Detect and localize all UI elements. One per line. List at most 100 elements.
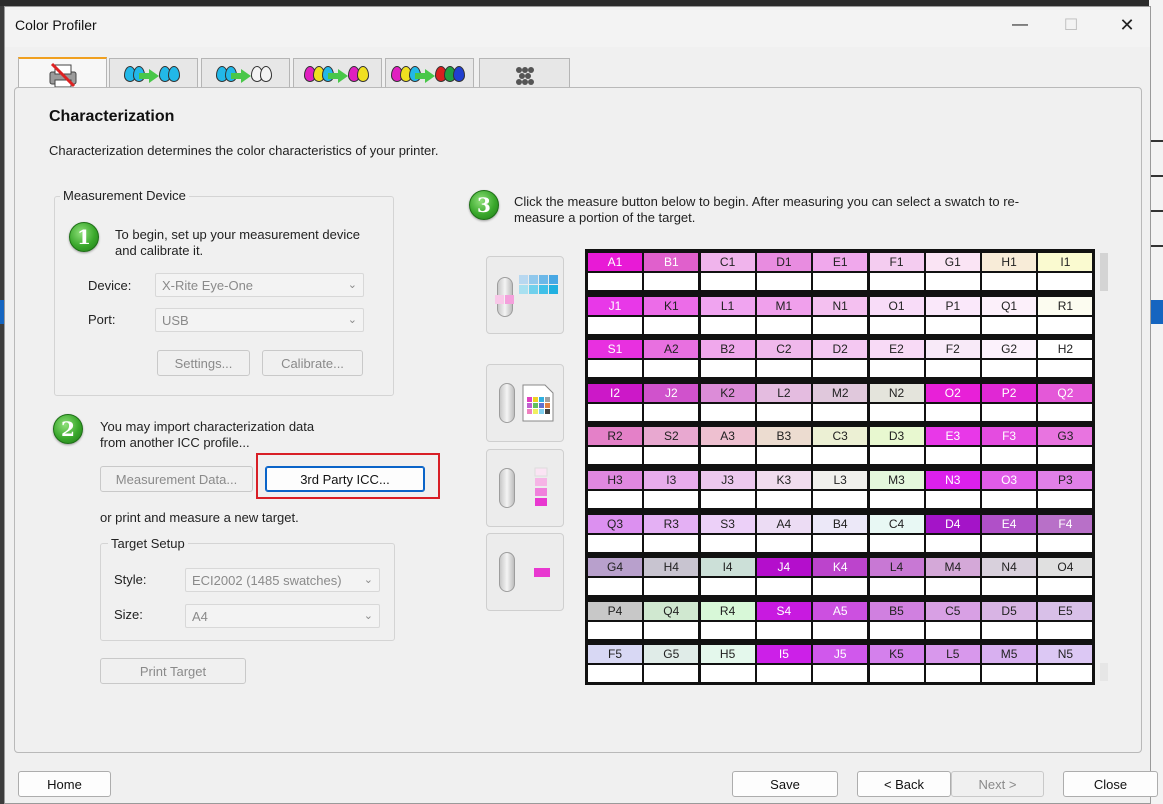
swatch-h3[interactable]: H3 bbox=[588, 471, 642, 489]
swatch-o4[interactable]: O4 bbox=[1038, 558, 1093, 577]
swatch-g4[interactable]: G4 bbox=[588, 558, 642, 577]
swatch-measured-o1[interactable] bbox=[869, 316, 924, 334]
calibrate-button[interactable]: Calibrate... bbox=[262, 350, 363, 376]
swatch-measured-c4[interactable] bbox=[869, 534, 924, 552]
swatch-measured-j2[interactable] bbox=[644, 403, 699, 421]
swatch-measured-q3[interactable] bbox=[588, 534, 642, 552]
swatch-measured-o2[interactable] bbox=[925, 403, 980, 421]
swatch-s3[interactable]: S3 bbox=[700, 514, 755, 533]
minimize-button[interactable]: — bbox=[997, 7, 1043, 43]
swatch-i2[interactable]: I2 bbox=[588, 383, 642, 402]
swatch-a3[interactable]: A3 bbox=[700, 427, 755, 446]
swatch-d4[interactable]: D4 bbox=[925, 514, 980, 533]
swatch-o3[interactable]: O3 bbox=[982, 471, 1037, 489]
swatch-measured-p2[interactable] bbox=[982, 403, 1037, 421]
swatch-n4[interactable]: N4 bbox=[982, 558, 1037, 577]
swatch-g1[interactable]: G1 bbox=[925, 253, 980, 271]
swatch-c4[interactable]: C4 bbox=[869, 514, 924, 533]
swatch-measured-l3[interactable] bbox=[813, 491, 868, 508]
swatch-measured-b2[interactable] bbox=[700, 360, 755, 378]
close-button[interactable]: Close bbox=[1063, 771, 1158, 797]
style-dropdown[interactable]: ECI2002 (1485 swatches) ⌄ bbox=[185, 568, 380, 592]
swatch-j3[interactable]: J3 bbox=[700, 471, 755, 489]
swatch-measured-b4[interactable] bbox=[813, 534, 868, 552]
swatch-r3[interactable]: R3 bbox=[644, 514, 699, 533]
swatch-measured-h2[interactable] bbox=[1038, 360, 1093, 378]
swatch-j2[interactable]: J2 bbox=[644, 383, 699, 402]
swatch-measured-k2[interactable] bbox=[700, 403, 755, 421]
swatch-measured-q2[interactable] bbox=[1038, 403, 1093, 421]
swatch-l1[interactable]: L1 bbox=[700, 296, 755, 315]
swatch-p1[interactable]: P1 bbox=[925, 296, 980, 315]
swatch-s2[interactable]: S2 bbox=[644, 427, 699, 446]
swatch-measured-p4[interactable] bbox=[588, 621, 642, 639]
swatch-a5[interactable]: A5 bbox=[813, 601, 868, 620]
swatch-measured-b3[interactable] bbox=[756, 447, 811, 465]
swatch-k3[interactable]: K3 bbox=[756, 471, 811, 489]
swatch-g2[interactable]: G2 bbox=[982, 340, 1037, 359]
swatch-measured-r4[interactable] bbox=[700, 621, 755, 639]
swatch-measured-i5[interactable] bbox=[756, 665, 811, 683]
swatch-r2[interactable]: R2 bbox=[588, 427, 642, 446]
swatch-m3[interactable]: M3 bbox=[869, 471, 924, 489]
swatch-b3[interactable]: B3 bbox=[756, 427, 811, 446]
swatch-b4[interactable]: B4 bbox=[813, 514, 868, 533]
swatch-measured-e4[interactable] bbox=[982, 534, 1037, 552]
home-button[interactable]: Home bbox=[18, 771, 111, 797]
swatch-p3[interactable]: P3 bbox=[1038, 471, 1093, 489]
swatch-e3[interactable]: E3 bbox=[925, 427, 980, 446]
swatch-c1[interactable]: C1 bbox=[700, 253, 755, 271]
swatch-measured-r3[interactable] bbox=[644, 534, 699, 552]
swatch-measured-a1[interactable] bbox=[588, 273, 642, 290]
swatch-measured-d4[interactable] bbox=[925, 534, 980, 552]
swatch-h5[interactable]: H5 bbox=[700, 645, 755, 664]
swatch-m4[interactable]: M4 bbox=[925, 558, 980, 577]
swatch-measured-f3[interactable] bbox=[982, 447, 1037, 465]
swatch-measured-l4[interactable] bbox=[869, 578, 924, 596]
swatch-l2[interactable]: L2 bbox=[756, 383, 811, 402]
swatch-m2[interactable]: M2 bbox=[813, 383, 868, 402]
swatch-r1[interactable]: R1 bbox=[1038, 296, 1093, 315]
swatch-e2[interactable]: E2 bbox=[869, 340, 924, 359]
swatch-measured-j1[interactable] bbox=[588, 316, 642, 334]
swatch-e5[interactable]: E5 bbox=[1038, 601, 1093, 620]
swatch-measured-l1[interactable] bbox=[700, 316, 755, 334]
close-window-button[interactable]: ✕ bbox=[1104, 7, 1150, 43]
swatch-a4[interactable]: A4 bbox=[756, 514, 811, 533]
measure-page-button[interactable] bbox=[486, 364, 564, 442]
swatch-measured-b1[interactable] bbox=[644, 273, 699, 290]
swatch-a1[interactable]: A1 bbox=[588, 253, 642, 271]
swatch-measured-c5[interactable] bbox=[925, 621, 980, 639]
swatch-f5[interactable]: F5 bbox=[588, 645, 642, 664]
swatch-measured-j4[interactable] bbox=[756, 578, 811, 596]
port-dropdown[interactable]: USB ⌄ bbox=[155, 308, 364, 332]
grid-scrollbar[interactable] bbox=[1097, 249, 1111, 685]
swatch-b1[interactable]: B1 bbox=[644, 253, 699, 271]
swatch-measured-n5[interactable] bbox=[1038, 665, 1093, 683]
swatch-i1[interactable]: I1 bbox=[1038, 253, 1093, 271]
swatch-s1[interactable]: S1 bbox=[588, 340, 642, 359]
swatch-measured-n3[interactable] bbox=[925, 491, 980, 508]
swatch-c5[interactable]: C5 bbox=[925, 601, 980, 620]
swatch-p2[interactable]: P2 bbox=[982, 383, 1037, 402]
save-button[interactable]: Save bbox=[732, 771, 838, 797]
swatch-r4[interactable]: R4 bbox=[700, 601, 755, 620]
swatch-b5[interactable]: B5 bbox=[869, 601, 924, 620]
swatch-d2[interactable]: D2 bbox=[813, 340, 868, 359]
back-button[interactable]: < Back bbox=[857, 771, 951, 797]
swatch-measured-j3[interactable] bbox=[700, 491, 755, 508]
swatch-measured-l5[interactable] bbox=[925, 665, 980, 683]
swatch-measured-h4[interactable] bbox=[644, 578, 699, 596]
swatch-measured-c1[interactable] bbox=[700, 273, 755, 290]
swatch-measured-e3[interactable] bbox=[925, 447, 980, 465]
swatch-measured-n4[interactable] bbox=[982, 578, 1037, 596]
swatch-measured-f2[interactable] bbox=[925, 360, 980, 378]
settings-button[interactable]: Settings... bbox=[157, 350, 250, 376]
swatch-f3[interactable]: F3 bbox=[982, 427, 1037, 446]
swatch-measured-s3[interactable] bbox=[700, 534, 755, 552]
swatch-measured-f1[interactable] bbox=[869, 273, 924, 290]
swatch-measured-i4[interactable] bbox=[700, 578, 755, 596]
swatch-measured-h1[interactable] bbox=[982, 273, 1037, 290]
swatch-measured-k1[interactable] bbox=[644, 316, 699, 334]
swatch-g3[interactable]: G3 bbox=[1038, 427, 1093, 446]
